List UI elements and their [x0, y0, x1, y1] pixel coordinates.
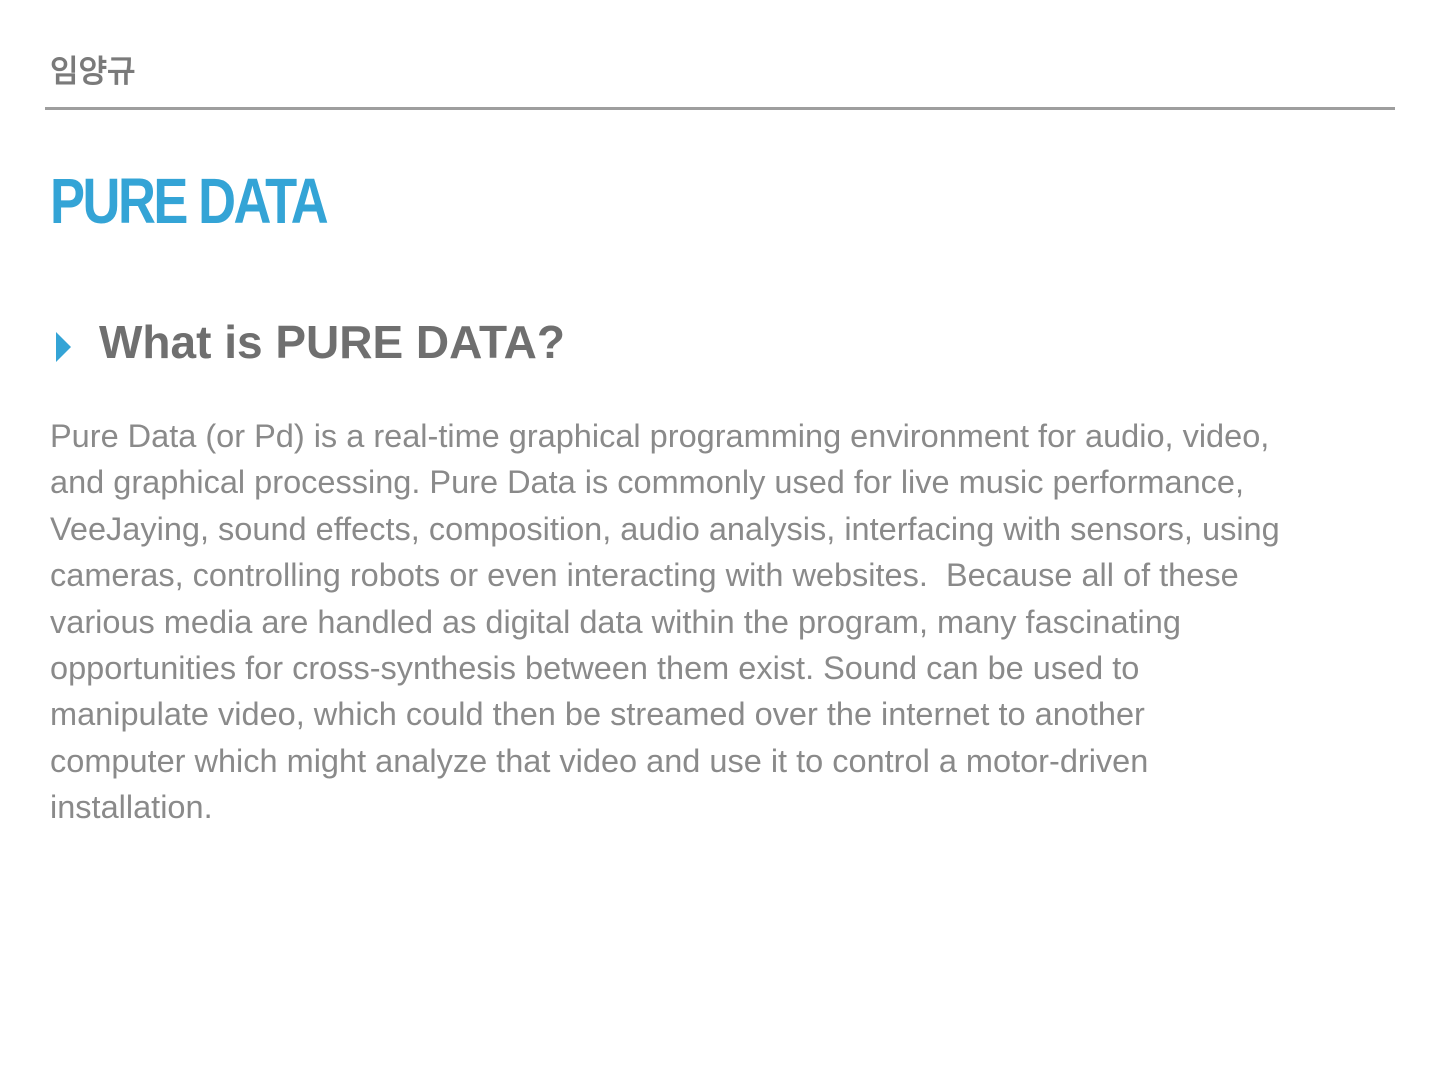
body-line: computer which might analyze that video …: [50, 742, 1149, 779]
body-paragraph: Pure Data (or Pd) is a real-time graphic…: [50, 413, 1380, 831]
body-line: and graphical processing. Pure Data is c…: [50, 464, 1245, 501]
body-line: installation.: [50, 789, 213, 826]
body-line: manipulate video, which could then be st…: [50, 696, 1145, 733]
body-line: opportunities for cross-synthesis betwee…: [50, 650, 1140, 687]
bullet-marker: [56, 314, 71, 370]
body-line: Pure Data (or Pd) is a real-time graphic…: [50, 418, 1270, 454]
slide: 임양규 PURE DATA What is PURE DATA? Pure Da…: [0, 0, 1440, 1080]
header-divider: [45, 107, 1395, 110]
author-name: 임양규: [50, 54, 136, 90]
body-line: various media are handled as digital dat…: [50, 603, 1181, 640]
triangle-right-bullet-icon: [56, 332, 71, 362]
body-line: cameras, controlling robots or even inte…: [50, 557, 1239, 594]
bullet-heading: What is PURE DATA?: [99, 316, 565, 368]
slide-title: PURE DATA: [50, 165, 329, 237]
body-line: VeeJaying, sound effects, composition, a…: [50, 510, 1280, 547]
